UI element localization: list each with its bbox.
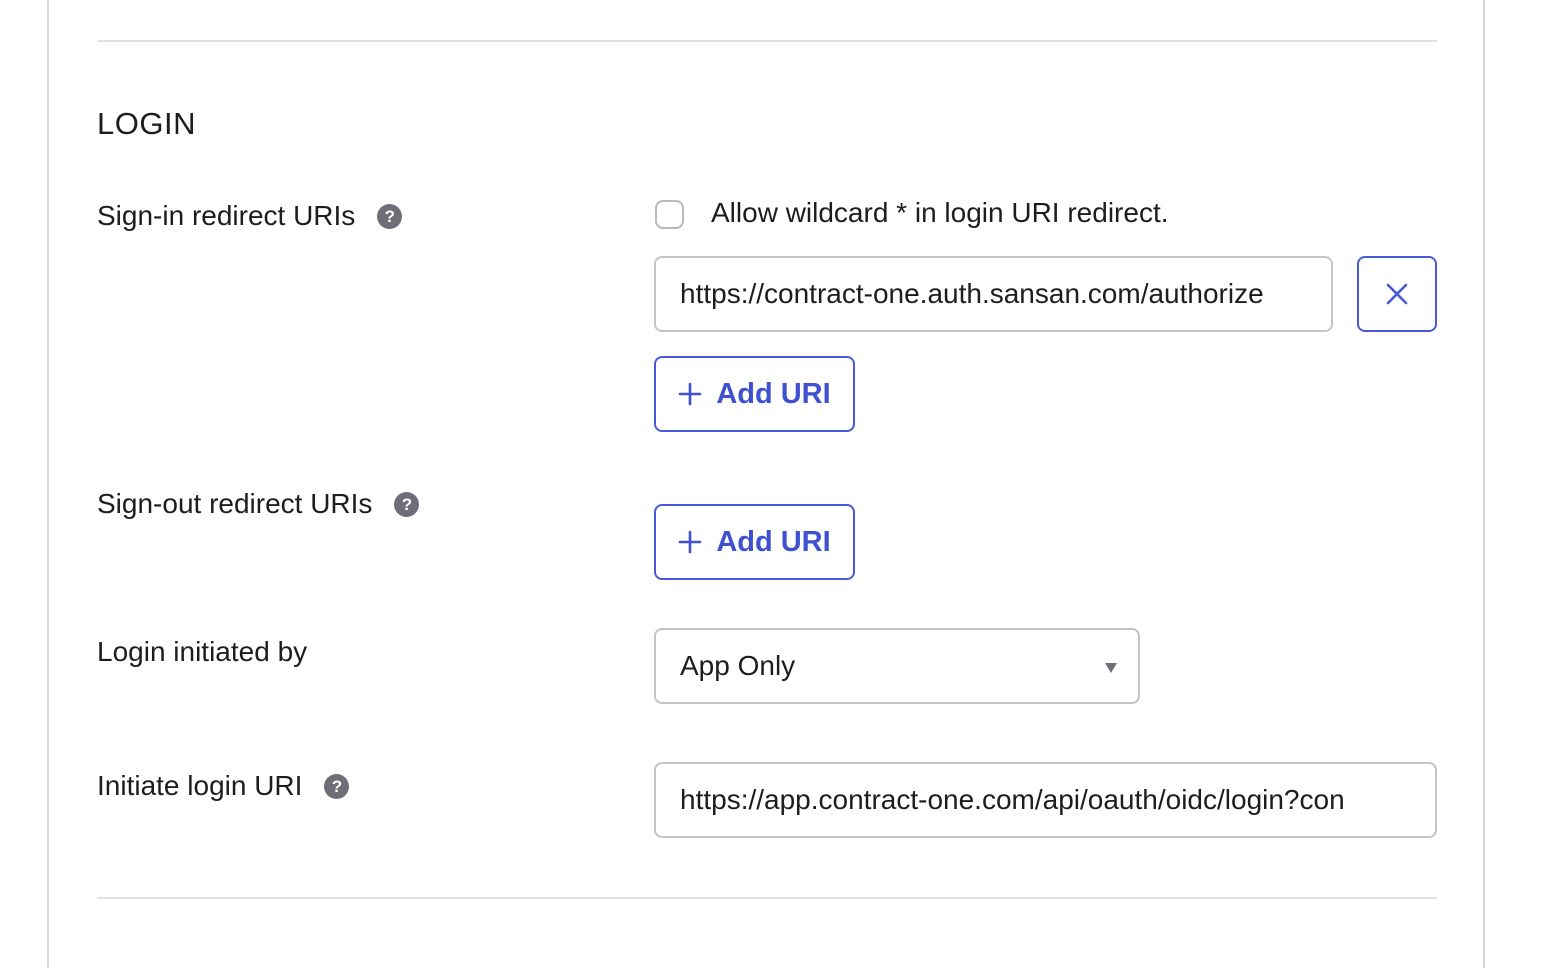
initiate-login-uri-label-row: Initiate login URI ? (97, 768, 350, 804)
initiate-login-uri-label: Initiate login URI (97, 770, 303, 801)
question-circle-icon[interactable]: ? (324, 773, 350, 799)
plus-icon (678, 530, 702, 554)
sign-in-add-uri-button[interactable]: Add URI (654, 356, 855, 432)
section-title: LOGIN (97, 106, 196, 141)
login-initiated-by-label-row: Login initiated by (97, 634, 307, 670)
sign-in-redirect-label: Sign-in redirect URIs (97, 200, 356, 231)
sign-out-add-uri-label: Add URI (716, 525, 831, 558)
bottom-divider (97, 897, 1437, 899)
initiate-login-uri-input[interactable] (654, 762, 1437, 838)
login-initiated-by-label: Login initiated by (97, 636, 308, 667)
plus-icon (678, 382, 702, 406)
sign-out-add-uri-button[interactable]: Add URI (654, 504, 855, 580)
wildcard-checkbox-label: Allow wildcard * in login URI redirect. (711, 197, 1169, 228)
close-icon (1386, 283, 1408, 305)
sign-out-redirect-label-row: Sign-out redirect URIs ? (97, 486, 420, 522)
top-divider (97, 40, 1437, 42)
sign-in-redirect-label-row: Sign-in redirect URIs ? (97, 198, 403, 234)
login-initiated-by-select[interactable]: App Only (654, 628, 1140, 704)
login-initiated-by-value: App Only (680, 650, 796, 681)
chevron-down-icon (1105, 663, 1117, 673)
sign-in-redirect-uri-input[interactable] (654, 256, 1333, 332)
sign-out-redirect-label: Sign-out redirect URIs (97, 488, 373, 519)
question-circle-icon[interactable]: ? (377, 203, 403, 229)
question-circle-icon[interactable]: ? (394, 491, 420, 517)
wildcard-checkbox[interactable] (655, 200, 684, 229)
remove-uri-button[interactable] (1357, 256, 1437, 332)
sign-in-add-uri-label: Add URI (716, 377, 831, 410)
